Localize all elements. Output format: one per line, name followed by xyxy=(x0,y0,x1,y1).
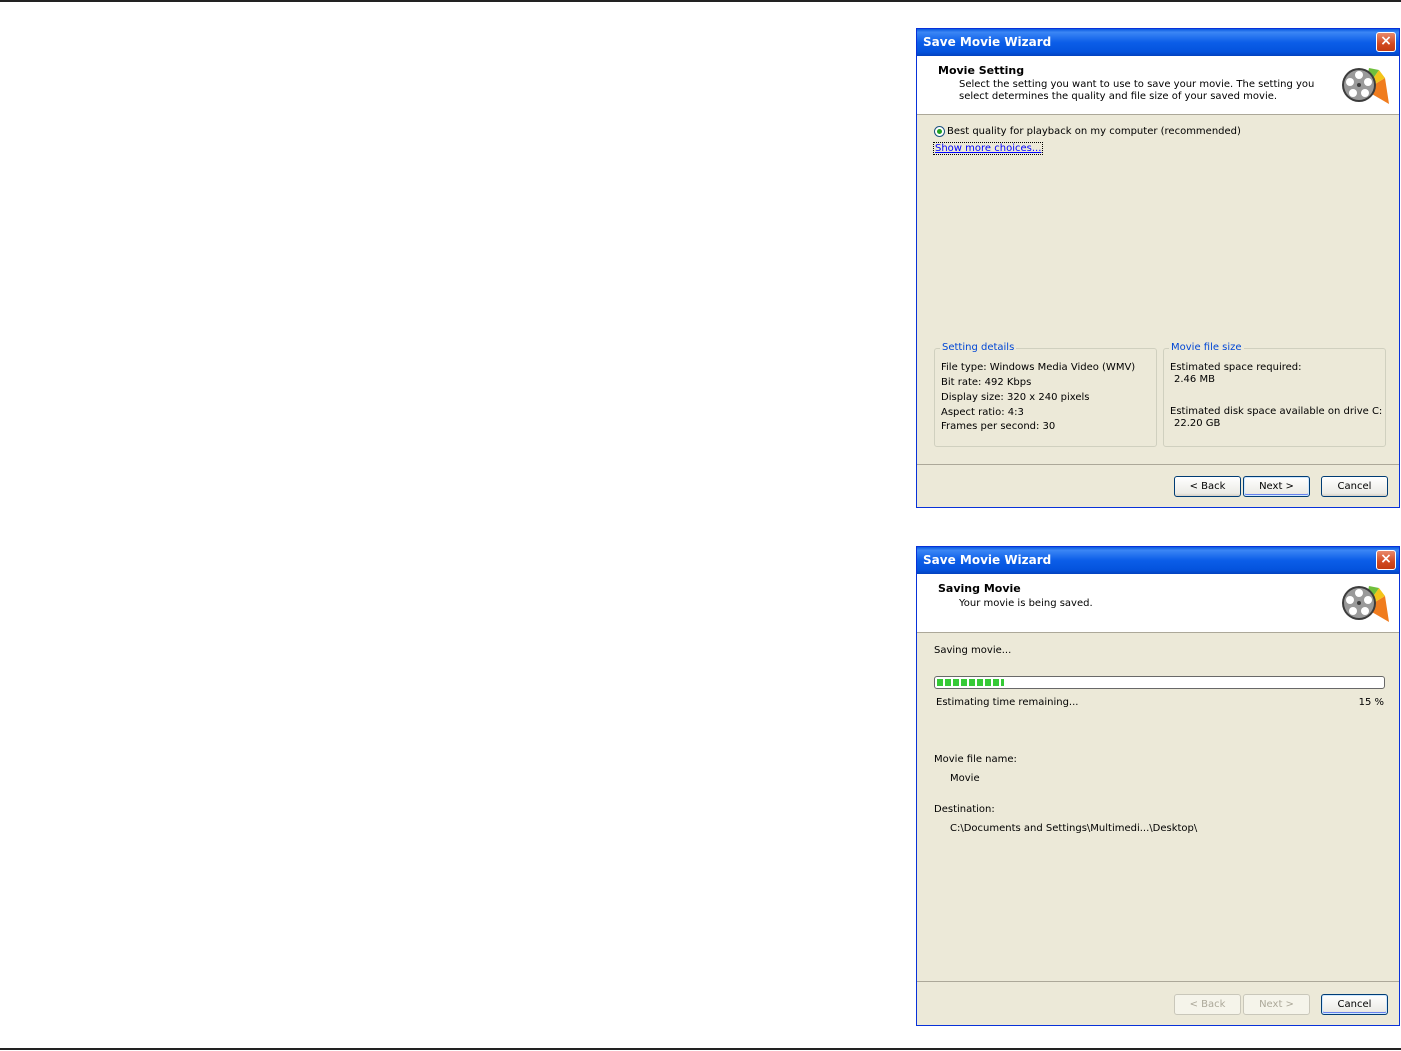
window-title: Save Movie Wizard xyxy=(923,35,1052,49)
percent-complete: 15 % xyxy=(1358,697,1384,708)
display-size-line: Display size: 320 x 240 pixels xyxy=(941,392,1090,403)
cancel-button[interactable]: Cancel xyxy=(1321,994,1388,1015)
wizard-header: Movie Setting Select the setting you wan… xyxy=(917,56,1399,115)
saving-status-text: Saving movie... xyxy=(934,645,1012,656)
setting-details-group: Setting details File type: Windows Media… xyxy=(934,342,1157,447)
next-button: Next > xyxy=(1243,994,1310,1015)
title-bar[interactable]: Save Movie Wizard × xyxy=(917,547,1399,574)
top-rule xyxy=(0,0,1401,2)
movie-maker-icon xyxy=(1342,586,1389,622)
back-button[interactable]: < Back xyxy=(1174,476,1241,497)
movie-file-size-title: Movie file size xyxy=(1169,342,1244,353)
space-available-label: Estimated disk space available on drive … xyxy=(1170,406,1383,417)
destination-label: Destination: xyxy=(934,804,995,815)
save-movie-wizard-saving-window: Save Movie Wizard × Saving Movie Your mo… xyxy=(916,546,1400,1026)
best-quality-label: Best quality for playback on my computer… xyxy=(947,126,1241,137)
page-title: Saving Movie xyxy=(938,582,1021,595)
save-progress-bar xyxy=(934,676,1385,689)
window-title: Save Movie Wizard xyxy=(923,553,1052,567)
footer-divider xyxy=(917,981,1399,982)
space-required-label: Estimated space required: xyxy=(1170,362,1302,373)
show-more-choices-link[interactable]: Show more choices... xyxy=(932,142,1044,155)
footer-divider xyxy=(917,464,1399,465)
bottom-rule xyxy=(0,1048,1401,1050)
destination-value: C:\Documents and Settings\Multimedi...\D… xyxy=(950,823,1198,834)
cancel-button[interactable]: Cancel xyxy=(1321,476,1388,497)
title-bar[interactable]: Save Movie Wizard × xyxy=(917,29,1399,56)
time-remaining-text: Estimating time remaining... xyxy=(936,697,1079,708)
page-title: Movie Setting xyxy=(938,64,1025,77)
save-movie-wizard-setting-window: Save Movie Wizard × Movie Setting Select… xyxy=(916,28,1400,508)
file-name-value: Movie xyxy=(950,773,980,784)
best-quality-option[interactable]: Best quality for playback on my computer… xyxy=(934,126,1241,137)
setting-details-title: Setting details xyxy=(940,342,1017,353)
wizard-header: Saving Movie Your movie is being saved. xyxy=(917,574,1399,633)
file-type-line: File type: Windows Media Video (WMV) xyxy=(941,362,1136,373)
next-button[interactable]: Next > xyxy=(1243,476,1310,497)
close-icon[interactable]: × xyxy=(1376,550,1396,570)
progress-fill xyxy=(937,679,1004,686)
page-subtitle: Select the setting you want to use to sa… xyxy=(959,79,1315,102)
file-name-label: Movie file name: xyxy=(934,754,1017,765)
back-button: < Back xyxy=(1174,994,1241,1015)
close-icon[interactable]: × xyxy=(1376,32,1396,52)
page-subtitle: Your movie is being saved. xyxy=(959,598,1093,609)
bit-rate-line: Bit rate: 492 Kbps xyxy=(941,377,1032,388)
space-available-value: 22.20 GB xyxy=(1174,418,1221,429)
aspect-ratio-line: Aspect ratio: 4:3 xyxy=(941,407,1024,418)
fps-line: Frames per second: 30 xyxy=(941,421,1056,432)
space-required-value: 2.46 MB xyxy=(1174,374,1215,385)
radio-selected-icon[interactable] xyxy=(934,126,945,137)
movie-file-size-group: Movie file size Estimated space required… xyxy=(1163,342,1386,447)
movie-maker-icon xyxy=(1342,68,1389,104)
